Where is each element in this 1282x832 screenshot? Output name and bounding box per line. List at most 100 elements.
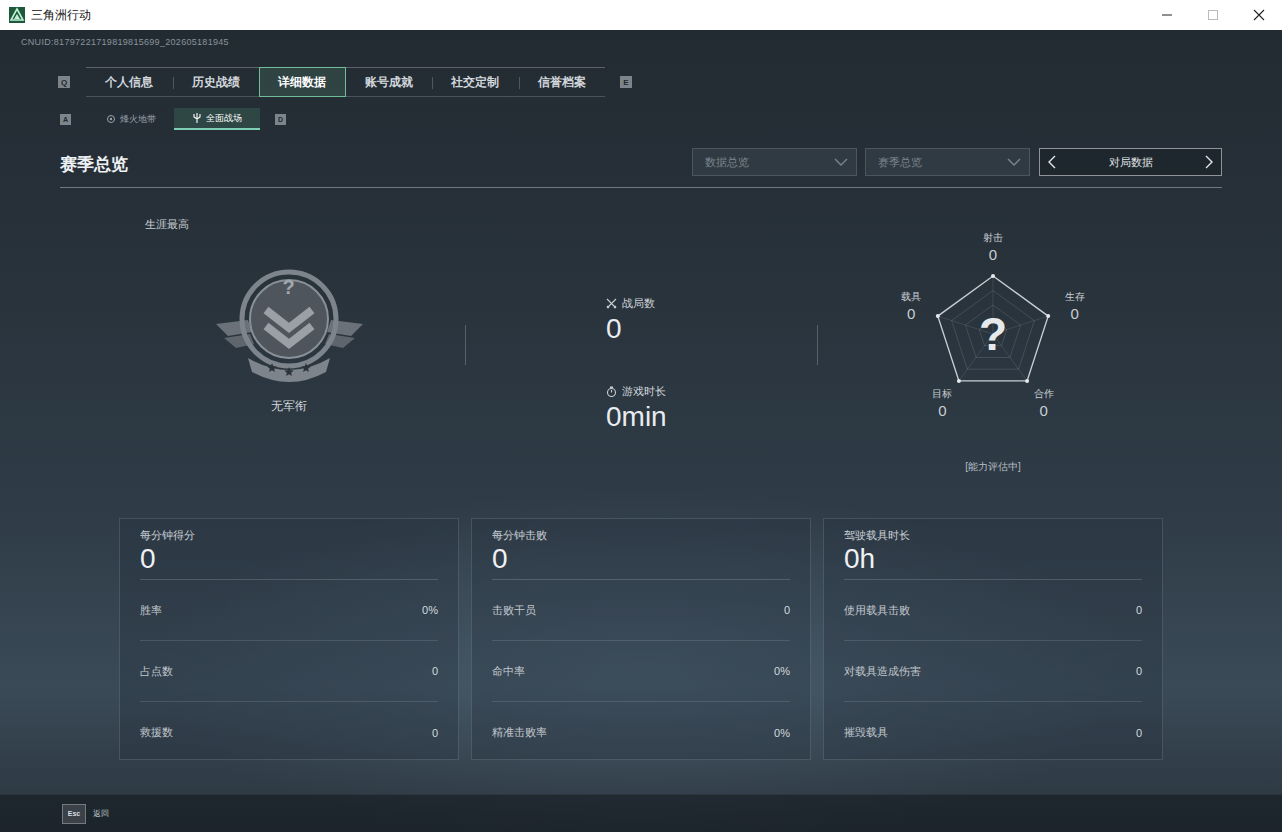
card-label: 驾驶载具时长 bbox=[844, 527, 1142, 543]
row-value: 0 bbox=[1136, 727, 1142, 739]
row-value: 0 bbox=[1136, 665, 1142, 677]
stat-label: 游戏时长 bbox=[606, 383, 811, 399]
rank-name: 无军衔 bbox=[271, 398, 307, 414]
chevron-down-icon bbox=[1007, 158, 1021, 166]
row-label: 摧毁载具 bbox=[844, 725, 888, 740]
back-key[interactable]: Esc bbox=[62, 804, 86, 824]
row-value: 0% bbox=[774, 727, 790, 739]
divider bbox=[465, 325, 466, 365]
stat-label: 战局数 bbox=[606, 295, 811, 311]
row-label: 对载具造成伤害 bbox=[844, 664, 921, 679]
filter-dropdown[interactable]: 赛季总览 bbox=[865, 148, 1030, 176]
window-controls bbox=[1144, 0, 1282, 30]
card-row: 对载具造成伤害 0 bbox=[844, 641, 1142, 702]
footer-bar: Esc 返回 bbox=[0, 794, 1282, 832]
app-logo-icon bbox=[9, 7, 25, 23]
card-row: 摧毁载具 0 bbox=[844, 702, 1142, 763]
row-label: 命中率 bbox=[492, 664, 525, 679]
career-panel: 生涯最高? 无军衔 bbox=[119, 188, 459, 518]
row-label: 胜率 bbox=[140, 603, 162, 618]
season-overview: 生涯最高?无军衔战局数0游戏时长0min?射击0生存0合作0目标0载具0[能力评… bbox=[0, 188, 1282, 518]
row-value: 0 bbox=[784, 604, 790, 616]
crossed-swords-icon bbox=[606, 298, 617, 309]
row-value: 0% bbox=[774, 665, 790, 677]
card-row: 占点数0 bbox=[140, 641, 438, 702]
prev-tab-key[interactable]: Q bbox=[58, 76, 70, 88]
card-header: 每分钟击败0 bbox=[492, 527, 790, 580]
row-label: 使用载具击败 bbox=[844, 603, 910, 618]
axis-value: 0 bbox=[983, 245, 1003, 265]
card-header: 驾驶载具时长0h bbox=[844, 527, 1142, 580]
game-window: 三角洲行动 CNUID:81797221719819815699_20260518… bbox=[0, 0, 1282, 832]
ability-panel: ?射击0生存0合作0目标0载具0[能力评估中] bbox=[823, 188, 1163, 518]
axis-value: 0 bbox=[1065, 304, 1085, 324]
title-bar: 三角洲行动 bbox=[0, 0, 1282, 30]
axis-label: 生存 bbox=[1065, 290, 1085, 304]
minimize-icon bbox=[1162, 10, 1172, 20]
chevron-down-icon bbox=[834, 158, 848, 166]
axis-label: 目标 bbox=[932, 387, 952, 401]
section-title: 赛季总览 bbox=[60, 154, 128, 176]
minimize-button[interactable] bbox=[1144, 0, 1190, 30]
tab[interactable]: 信誉档案 bbox=[519, 68, 606, 96]
data-switcher[interactable]: 对局数据 bbox=[1039, 148, 1222, 176]
stat-card: 每分钟击败0击败干员0命中率0%精准击败率0% bbox=[471, 518, 811, 760]
stopwatch-icon bbox=[606, 386, 617, 397]
card-row: 命中率 0% bbox=[492, 641, 790, 702]
career-label: 生涯最高 bbox=[119, 216, 189, 232]
radar-axis: 合作0 bbox=[1034, 387, 1054, 421]
chevron-right-icon[interactable] bbox=[1205, 155, 1213, 169]
close-icon bbox=[1253, 9, 1265, 21]
axis-label: 载具 bbox=[901, 290, 921, 304]
card-label: 每分钟击败 bbox=[492, 527, 790, 543]
stat-value: 0min bbox=[606, 401, 811, 433]
divider-slot bbox=[459, 188, 471, 518]
tab[interactable]: 详细数据 bbox=[259, 67, 346, 97]
card-value: 0h bbox=[844, 543, 1142, 575]
mode-tab-bar: 烽火地带全面战场 bbox=[88, 108, 260, 130]
axis-label: 合作 bbox=[1034, 387, 1054, 401]
summary-panel: 战局数0游戏时长0min bbox=[471, 188, 811, 518]
radar-center-mark: ? bbox=[979, 307, 1007, 361]
battlefield-icon bbox=[192, 113, 202, 123]
radar-status: [能力评估中] bbox=[965, 459, 1021, 475]
prev-mode-key[interactable]: A bbox=[60, 114, 71, 125]
tab[interactable]: 账号成就 bbox=[346, 68, 433, 96]
axis-value: 0 bbox=[901, 304, 921, 324]
card-row: 使用载具击败 0 bbox=[844, 580, 1142, 641]
next-mode-key[interactable]: D bbox=[275, 114, 286, 125]
row-value: 0 bbox=[1136, 604, 1142, 616]
radar-axis: 射击0 bbox=[983, 231, 1003, 265]
filter-dropdown[interactable]: 数据总览 bbox=[692, 148, 857, 176]
ability-radar: ?射击0生存0合作0目标0载具0 bbox=[873, 209, 1113, 429]
row-label: 精准击败率 bbox=[492, 725, 547, 740]
divider bbox=[817, 325, 818, 365]
game-screen: CNUID:81797221719819815699_202605181945Q… bbox=[0, 30, 1282, 832]
card-row: 击败干员 0 bbox=[492, 580, 790, 641]
next-tab-key[interactable]: E bbox=[620, 76, 632, 88]
mode-tab[interactable]: 全面战场 bbox=[174, 108, 260, 130]
row-value: 0% bbox=[422, 604, 438, 616]
stat-cards: 每分钟得分0胜率0%占点数0救援数0每分钟击败0击败干员0命中率0%精准击败率0… bbox=[0, 518, 1282, 760]
rank-badge: ? bbox=[212, 264, 367, 384]
window-title: 三角洲行动 bbox=[31, 7, 91, 24]
tab[interactable]: 社交定制 bbox=[432, 68, 519, 96]
card-header: 每分钟得分0 bbox=[140, 527, 438, 580]
maximize-button[interactable] bbox=[1190, 0, 1236, 30]
back-label[interactable]: 返回 bbox=[93, 808, 109, 819]
card-value: 0 bbox=[492, 543, 790, 575]
radar-axis: 载具0 bbox=[901, 290, 921, 324]
row-value: 0 bbox=[432, 665, 438, 677]
axis-label: 射击 bbox=[983, 231, 1003, 245]
mode-tab[interactable]: 烽火地带 bbox=[88, 108, 174, 130]
card-value: 0 bbox=[140, 543, 438, 575]
close-button[interactable] bbox=[1236, 0, 1282, 30]
tab[interactable]: 个人信息 bbox=[86, 68, 173, 96]
flame-zone-icon bbox=[106, 114, 116, 124]
tab[interactable]: 历史战绩 bbox=[173, 68, 260, 96]
row-value: 0 bbox=[432, 727, 438, 739]
chevron-left-icon[interactable] bbox=[1048, 155, 1056, 169]
row-label: 击败干员 bbox=[492, 603, 536, 618]
badge-mark: ? bbox=[282, 276, 294, 299]
row-label: 救援数 bbox=[140, 725, 173, 740]
